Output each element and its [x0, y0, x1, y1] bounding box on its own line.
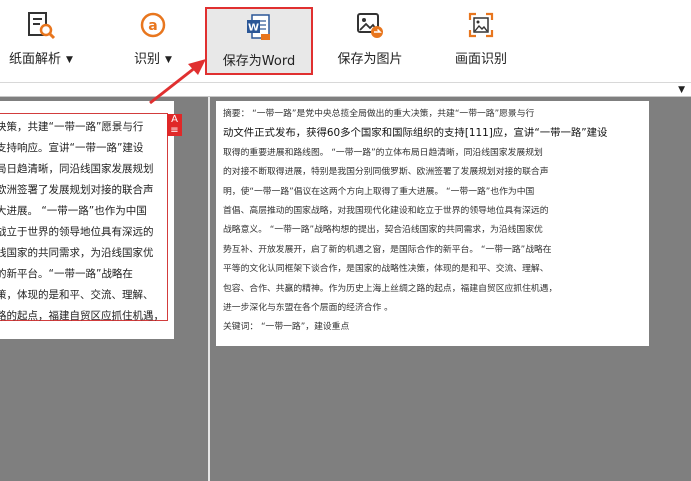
source-line: 策，体现的是和平、交流、理解、 — [0, 289, 154, 301]
workspace: 决策，共建“一带一路”愿景与行 支持响应。宣讲“一带一路”建设 局日趋清晰，同沿… — [0, 97, 691, 481]
paper-parse-label: 纸面解析 — [9, 52, 62, 67]
ocr-a-icon: a — [140, 12, 166, 38]
svg-text:a: a — [148, 18, 157, 34]
source-line: 的新平台。“一带一路”战略在 — [0, 268, 133, 280]
save-as-image-label: 保存为图片 — [337, 52, 403, 67]
source-line: 支持响应。宣讲“一带一路”建设 — [0, 142, 144, 154]
screen-capture-icon — [468, 12, 494, 38]
result-line: 首倡、高层推动的国家战略，对我国现代化建设和屹立于世界的领导地位具有深远的 — [223, 205, 549, 216]
result-line: 动文件正式发布，获得60多个国家和国际组织的支持[111]应，宣讲“一带一路”建… — [223, 127, 608, 140]
result-line: 进一步深化与东盟在各个层面的经济合作 。 — [223, 302, 393, 313]
result-page: 摘要： “一带一路”是党中央总揽全局做出的重大决策，共建“一带一路”愿景与行 动… — [216, 101, 649, 346]
toolbar: 纸面解析 ▼ a 识别 ▼ W 保存为Word 保存为图片 画面识别 — [0, 0, 691, 82]
recognize-button[interactable]: a 识别 ▼ — [118, 0, 188, 82]
result-text: 摘要： “一带一路”是党中央总揽全局做出的重大决策，共建“一带一路”愿景与行 动… — [223, 105, 647, 338]
document-magnify-icon — [28, 12, 56, 40]
source-line: 线国家的共同需求，为沿线国家优 — [0, 247, 154, 259]
text-region-icon[interactable]: A ≡ — [167, 114, 182, 136]
result-line: 关键词： “一带一路”，建设重点 — [223, 322, 350, 333]
screen-recognize-label: 画面识别 — [454, 52, 507, 67]
result-line: 明，使“一带一路”倡议在这两个方向上取得了重大进展。 “一带一路”也作为中国 — [223, 186, 535, 197]
source-page[interactable]: 决策，共建“一带一路”愿景与行 支持响应。宣讲“一带一路”建设 局日趋清晰，同沿… — [0, 101, 174, 339]
screen-recognize-button[interactable]: 画面识别 — [440, 0, 522, 82]
dropdown-arrow-icon[interactable]: ▼ — [678, 85, 685, 95]
save-as-image-button[interactable]: 保存为图片 — [326, 0, 414, 82]
options-bar: ▼ — [0, 82, 691, 97]
chevron-down-icon: ▼ — [66, 55, 73, 65]
result-line: 包容、合作、共赢的精神。作为历史上海上丝绸之路的起点，福建自贸区应抓住机遇， — [223, 283, 558, 294]
result-line: 取得的重要进展和路线图。 “一带一路”的立体布局日趋清晰，同沿线国家发展规划 — [223, 147, 543, 158]
result-line: 势互补、开放发展开，启了新的机遇之窗，是国际合作的新平台。 “一带一路”战略在 — [223, 244, 552, 255]
save-as-word-label: 保存为Word — [222, 54, 296, 69]
source-line: 大进展。 “一带一路”也作为中国 — [0, 205, 147, 217]
image-export-icon — [357, 13, 383, 38]
pane-divider[interactable] — [208, 97, 210, 481]
result-line: 摘要： “一带一路”是党中央总揽全局做出的重大决策，共建“一带一路”愿景与行 — [223, 109, 535, 119]
source-line: 欧洲签署了发展规划对接的联合声 — [0, 184, 154, 196]
result-line: 战略意义。 “一带一路”战略构想的提出，契合沿线国家的共同需求，为沿线国家优 — [223, 225, 543, 236]
paper-parse-button[interactable]: 纸面解析 ▼ — [0, 0, 82, 82]
result-line: 平等的文化认同框架下谈合作，是国家的战略性决策，体现的是和平、交流、理解、 — [223, 264, 549, 275]
word-icon: W — [247, 14, 270, 40]
chevron-down-icon: ▼ — [165, 55, 172, 65]
source-line: 路的起点，福建自贸区应抓住机遇， — [0, 310, 164, 322]
source-line: 决策，共建“一带一路”愿景与行 — [0, 121, 144, 133]
source-line: 局日趋清晰，同沿线国家发展规划 — [0, 163, 154, 175]
svg-text:W: W — [248, 23, 259, 34]
save-as-word-button[interactable]: W 保存为Word — [205, 7, 313, 75]
source-line: 战立于世界的领导地位具有深远的 — [0, 226, 154, 238]
vertical-scrollbar[interactable] — [674, 97, 691, 481]
result-line: 的对接不断取得进展，特别是我国分别同俄罗斯、欧洲签署了发展规划对接的联合声 — [223, 167, 549, 178]
recognize-label: 识别 — [134, 52, 161, 67]
source-text: 决策，共建“一带一路”愿景与行 支持响应。宣讲“一带一路”建设 局日趋清晰，同沿… — [0, 117, 172, 327]
